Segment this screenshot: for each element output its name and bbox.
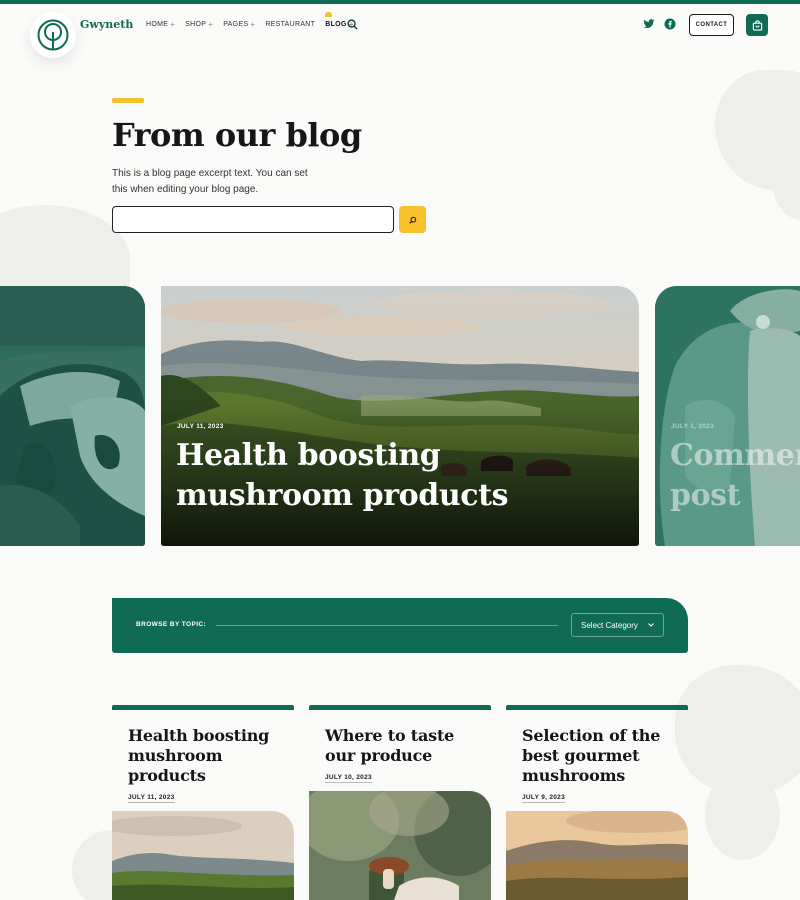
category-select[interactable]: Select Category [571,613,664,637]
site-logo[interactable] [30,12,76,58]
social-links [643,18,676,30]
nav-item-pages[interactable]: PAGES + [223,20,255,29]
nav-label: HOME [146,21,169,28]
post-card[interactable]: Where to taste our produce JULY 10, 2023 [309,705,491,900]
post-card[interactable]: Health boosting mushroom products JULY 1… [112,705,294,900]
post-thumbnail[interactable] [112,811,294,900]
chevron-down-icon [648,623,654,627]
carousel-slide-previous[interactable] [0,286,145,546]
post-date: JULY 11, 2023 [128,794,175,803]
topic-filter-bar: BROWSE BY TOPIC: Select Category [112,598,688,653]
post-date: JULY 10, 2023 [325,774,372,783]
nav-label: PAGES [223,21,249,28]
landscape-image [112,811,294,900]
shopping-bag-icon [752,19,762,31]
brand-name[interactable]: Gwyneth [80,18,133,31]
post-thumbnail[interactable] [506,811,688,900]
title-accent [112,98,144,103]
nav-item-home[interactable]: HOME + [146,20,175,29]
search-icon[interactable] [347,19,358,30]
card-accent [506,705,688,710]
twitter-icon[interactable] [643,18,655,30]
slide-date: JULY 1, 2023 [671,423,714,430]
plus-icon: + [170,20,176,29]
slide-date: JULY 11, 2023 [177,423,224,430]
facebook-icon[interactable] [664,18,676,30]
post-title[interactable]: Where to taste our produce [325,726,485,766]
blog-search-input[interactable] [112,206,394,233]
nav-label: SHOP [185,21,207,28]
carousel-slide-current[interactable]: JULY 11, 2023 Health boosting mushroom p… [161,286,639,546]
nav-label: RESTAURANT [265,21,316,28]
page-title: From our blog [112,116,362,154]
topic-label: BROWSE BY TOPIC: [136,621,207,628]
post-card[interactable]: Selection of the best gourmet mushrooms … [506,705,688,900]
category-select-value: Select Category [581,620,638,630]
carousel-slide-next[interactable]: JULY 1, 2023 Comment post [655,286,800,546]
nav-label: BLOG [325,21,347,28]
slide-title[interactable]: Comment post [670,436,800,516]
card-accent [309,705,491,710]
plus-icon: + [250,20,256,29]
hills-image [506,811,688,900]
page-excerpt: This is a blog page excerpt text. You ca… [112,168,308,195]
nav-item-restaurant[interactable]: RESTAURANT [265,20,315,29]
post-title[interactable]: Health boosting mushroom products [128,726,288,786]
divider [216,625,558,626]
search-submit-button[interactable] [399,206,426,233]
post-title[interactable]: Selection of the best gourmet mushrooms [522,726,682,786]
cart-button[interactable] [746,14,768,36]
card-accent [112,705,294,710]
plus-icon: + [208,20,214,29]
nav-item-shop[interactable]: SHOP + [185,20,213,29]
post-date: JULY 9, 2023 [522,794,565,803]
slide-image [0,286,145,546]
main-nav: HOME + SHOP + PAGES + RESTAURANT BLOG + [146,12,354,29]
top-accent-bar [0,0,800,4]
slide-title[interactable]: Health boosting mushroom products [176,436,536,516]
tree-logo-icon [37,19,69,51]
decor-blob [705,770,780,860]
active-indicator [325,12,333,17]
post-thumbnail[interactable] [309,791,491,900]
mushroom-image [309,791,491,900]
search-icon [408,216,416,224]
contact-button[interactable]: CONTACT [689,14,734,36]
